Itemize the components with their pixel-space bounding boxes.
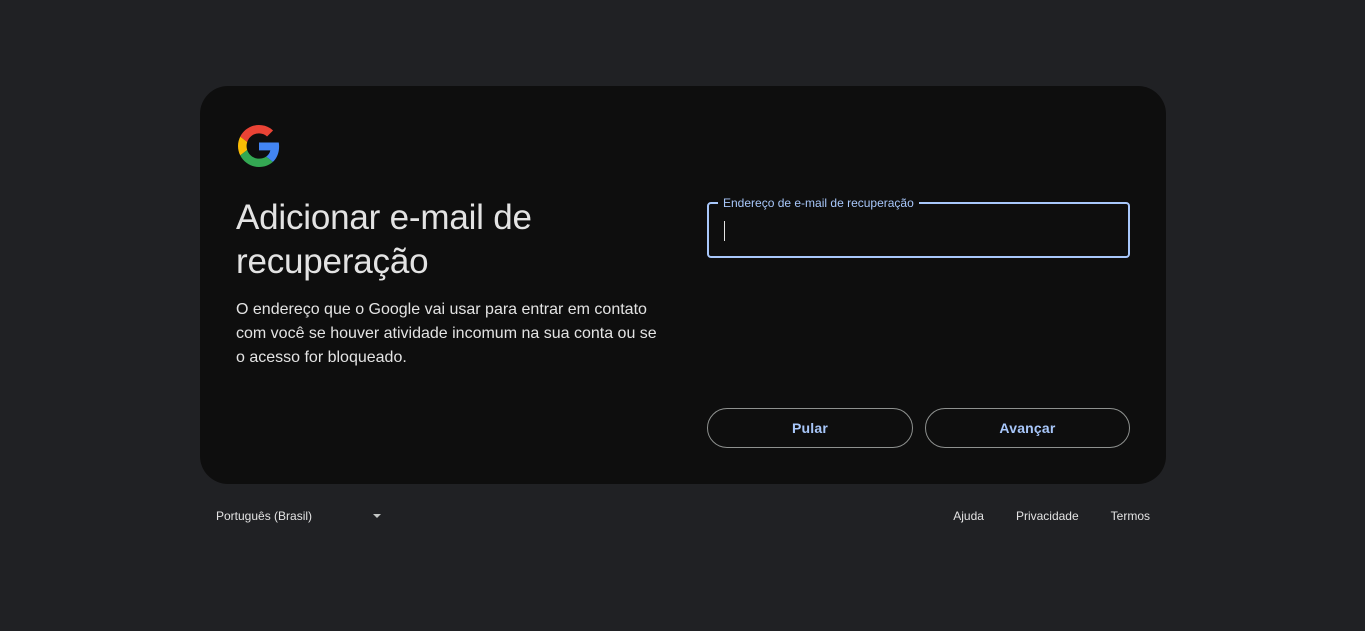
recovery-email-input[interactable] — [709, 204, 1128, 256]
help-link[interactable]: Ajuda — [937, 500, 1000, 532]
language-selector[interactable]: Português (Brasil) — [204, 500, 388, 532]
skip-button[interactable]: Pular — [707, 408, 913, 448]
privacy-link[interactable]: Privacidade — [1000, 500, 1095, 532]
recovery-email-field[interactable]: Endereço de e-mail de recuperação — [707, 195, 1130, 258]
text-caret — [724, 221, 725, 241]
terms-link[interactable]: Termos — [1095, 500, 1166, 532]
google-logo-icon — [238, 125, 280, 167]
recovery-email-label: Endereço de e-mail de recuperação — [718, 195, 919, 211]
page: Adicionar e-mail de recuperação O endere… — [0, 0, 1365, 631]
page-title: Adicionar e-mail de recuperação — [236, 198, 532, 281]
next-button[interactable]: Avançar — [925, 408, 1130, 448]
language-label: Português (Brasil) — [216, 509, 313, 523]
footer-links: Ajuda Privacidade Termos — [937, 500, 1166, 532]
recovery-email-card: Adicionar e-mail de recuperação O endere… — [200, 86, 1166, 484]
dropdown-arrow-icon — [373, 514, 381, 518]
page-description: O endereço que o Google vai usar para en… — [236, 301, 657, 366]
footer: Português (Brasil) Ajuda Privacidade Ter… — [200, 500, 1166, 532]
